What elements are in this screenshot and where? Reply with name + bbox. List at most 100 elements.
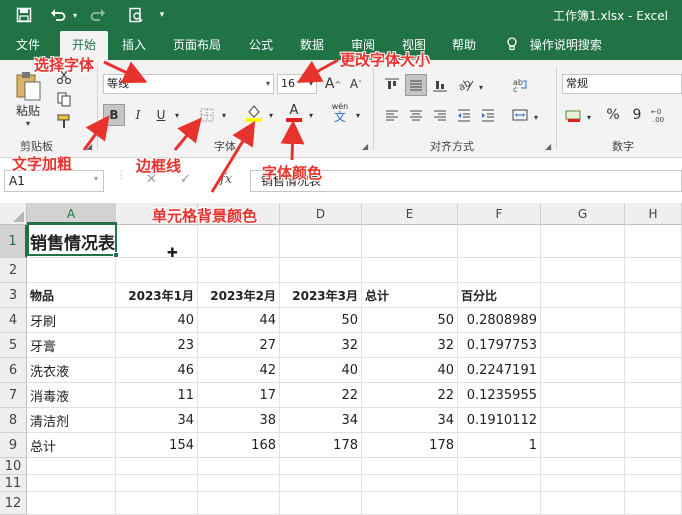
fill-color-icon[interactable] — [243, 102, 265, 124]
cell-h12[interactable] — [625, 492, 682, 515]
font-color-button[interactable]: A — [283, 102, 305, 124]
bold-button[interactable]: B — [103, 104, 125, 126]
underline-button[interactable]: U — [152, 104, 170, 126]
row-header-6[interactable]: 6 — [0, 358, 27, 383]
cell-a9[interactable]: 总计 — [27, 433, 116, 458]
print-preview-icon[interactable] — [127, 5, 145, 25]
number-format-combo[interactable]: 常规 — [562, 74, 682, 94]
cell-a12[interactable] — [27, 492, 116, 515]
cell-d8[interactable]: 34 — [280, 408, 362, 433]
tab-insert[interactable]: 插入 — [116, 31, 152, 60]
customize-qat-icon[interactable]: ▾ — [156, 5, 168, 25]
cell-c2[interactable] — [198, 258, 280, 283]
increase-indent-icon[interactable] — [477, 104, 499, 126]
worksheet-grid[interactable]: A B C D E F G H 1 2 3 4 5 6 7 8 9 10 11 12 销售情况表 物品 2023年1月 202… — [0, 203, 682, 515]
cell-c7[interactable]: 17 — [198, 383, 280, 408]
cell-c8[interactable]: 38 — [198, 408, 280, 433]
phonetic-dropdown-icon[interactable]: ▾ — [353, 104, 363, 126]
cell-h1[interactable] — [625, 225, 682, 258]
cell-b12[interactable] — [116, 492, 198, 515]
cell-e3[interactable]: 总计 — [362, 283, 458, 308]
undo-icon[interactable] — [48, 5, 68, 25]
cell-g9[interactable] — [541, 433, 625, 458]
column-header-d[interactable]: D — [280, 203, 362, 225]
cell-e10[interactable] — [362, 458, 458, 475]
paste-dropdown-icon[interactable]: ▾ — [23, 118, 33, 128]
row-header-2[interactable]: 2 — [0, 258, 27, 283]
row-header-9[interactable]: 9 — [0, 433, 27, 458]
cell-b6[interactable]: 46 — [116, 358, 198, 383]
currency-icon[interactable] — [563, 104, 585, 126]
border-icon[interactable] — [196, 104, 218, 126]
cell-c9[interactable]: 168 — [198, 433, 280, 458]
cell-b11[interactable] — [116, 475, 198, 492]
align-left-icon[interactable] — [381, 104, 403, 126]
save-icon[interactable] — [14, 5, 34, 25]
cell-b9[interactable]: 154 — [116, 433, 198, 458]
cell-d5[interactable]: 32 — [280, 333, 362, 358]
column-header-f[interactable]: F — [458, 203, 541, 225]
cell-b1[interactable] — [116, 225, 198, 258]
cell-a1[interactable]: 销售情况表 — [27, 225, 116, 258]
cell-f4[interactable]: 0.2808989 — [458, 308, 541, 333]
cell-f8[interactable]: 0.1910112 — [458, 408, 541, 433]
font-name-combo[interactable]: 等线 ▾ — [103, 74, 274, 94]
row-header-4[interactable]: 4 — [0, 308, 27, 333]
redo-icon[interactable] — [88, 5, 108, 25]
fill-color-dropdown-icon[interactable]: ▾ — [266, 104, 276, 126]
cell-c12[interactable] — [198, 492, 280, 515]
cell-d3[interactable]: 2023年3月 — [280, 283, 362, 308]
cell-c4[interactable]: 44 — [198, 308, 280, 333]
increase-decimal-icon[interactable]: ←0.00 — [650, 104, 672, 126]
comma-style-button[interactable]: 9 — [627, 104, 647, 126]
cell-e4[interactable]: 50 — [362, 308, 458, 333]
tab-formulas[interactable]: 公式 — [243, 31, 279, 60]
align-top-icon[interactable] — [381, 74, 403, 96]
cell-f10[interactable] — [458, 458, 541, 475]
row-header-3[interactable]: 3 — [0, 283, 27, 308]
cell-a7[interactable]: 消毒液 — [27, 383, 116, 408]
cell-g12[interactable] — [541, 492, 625, 515]
cell-h4[interactable] — [625, 308, 682, 333]
copy-icon[interactable] — [52, 90, 76, 108]
cell-a2[interactable] — [27, 258, 116, 283]
align-middle-icon[interactable] — [405, 74, 427, 96]
cell-g2[interactable] — [541, 258, 625, 283]
cell-e1[interactable] — [362, 225, 458, 258]
cell-g11[interactable] — [541, 475, 625, 492]
cell-h5[interactable] — [625, 333, 682, 358]
cell-f6[interactable]: 0.2247191 — [458, 358, 541, 383]
cell-b7[interactable]: 11 — [116, 383, 198, 408]
cell-c11[interactable] — [198, 475, 280, 492]
cell-e9[interactable]: 178 — [362, 433, 458, 458]
row-header-7[interactable]: 7 — [0, 383, 27, 408]
cell-a4[interactable]: 牙刷 — [27, 308, 116, 333]
tab-help[interactable]: 帮助 — [446, 31, 482, 60]
tab-page-layout[interactable]: 页面布局 — [167, 31, 227, 60]
cell-g7[interactable] — [541, 383, 625, 408]
cell-d1[interactable] — [280, 225, 362, 258]
select-all-corner[interactable] — [0, 203, 27, 225]
cell-b10[interactable] — [116, 458, 198, 475]
column-header-e[interactable]: E — [362, 203, 458, 225]
cell-a11[interactable] — [27, 475, 116, 492]
currency-dropdown-icon[interactable]: ▾ — [584, 106, 594, 128]
cell-d10[interactable] — [280, 458, 362, 475]
increase-font-size-button[interactable]: A ^ — [322, 73, 344, 95]
cell-e11[interactable] — [362, 475, 458, 492]
row-header-1[interactable]: 1 — [0, 225, 27, 258]
border-dropdown-icon[interactable]: ▾ — [219, 104, 229, 126]
insert-function-icon[interactable]: fx — [220, 172, 232, 187]
column-header-h[interactable]: H — [625, 203, 682, 225]
row-header-10[interactable]: 10 — [0, 458, 27, 475]
row-header-8[interactable]: 8 — [0, 408, 27, 433]
italic-button[interactable]: I — [128, 104, 148, 126]
cell-b5[interactable]: 23 — [116, 333, 198, 358]
cell-d9[interactable]: 178 — [280, 433, 362, 458]
cell-g6[interactable] — [541, 358, 625, 383]
cell-f3[interactable]: 百分比 — [458, 283, 541, 308]
decrease-font-size-button[interactable]: Aˇ — [346, 73, 366, 95]
cell-f7[interactable]: 0.1235955 — [458, 383, 541, 408]
cell-b4[interactable]: 40 — [116, 308, 198, 333]
align-bottom-icon[interactable] — [429, 74, 451, 96]
